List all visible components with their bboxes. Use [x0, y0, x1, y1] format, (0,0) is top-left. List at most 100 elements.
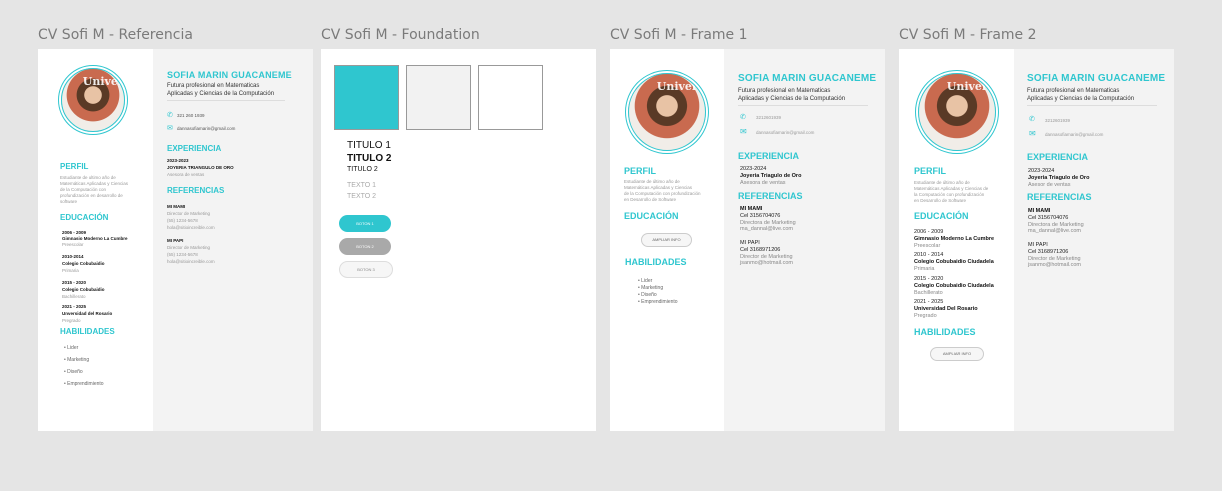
profile-photo: Universi — [918, 73, 996, 151]
ref1-mail: ma_dannal@live.com — [740, 226, 793, 232]
edu3-level: Bachillerato — [62, 294, 86, 299]
titulo-2-bold-sample: TITULO 2 — [347, 153, 392, 164]
cv-name: SOFIA MARIN GUACANEME — [738, 73, 877, 84]
skill-item: • Marketing — [638, 285, 664, 291]
phone-icon: ✆ — [740, 114, 746, 121]
exp-company: Joyeria Triagulo de Oro — [740, 173, 802, 179]
frame-title-referencia[interactable]: CV Sofi M - Referencia — [38, 27, 193, 43]
ref2-phone: Cel 3168971206 — [1028, 249, 1069, 255]
ampliar-info-button[interactable]: AMPLIAR INFO — [641, 233, 692, 247]
section-referencias: REFERENCIAS — [738, 191, 803, 201]
frame-title-frame1[interactable]: CV Sofi M - Frame 1 — [610, 27, 748, 43]
phone-icon: ✆ — [1029, 116, 1035, 123]
skill-item: • Diseño — [638, 292, 657, 298]
edu1-years: 2006 - 2009 — [914, 229, 944, 235]
photo-banner-text: Universi — [82, 75, 124, 88]
ref2-mail: jsanmo@hotmail.com — [740, 260, 793, 266]
exp-role: Asesora de ventas — [740, 180, 786, 186]
section-habilidades: HABILIDADES — [625, 257, 687, 267]
exp-years: 2023-2024 — [1028, 168, 1055, 174]
cv-right-column — [1014, 49, 1174, 431]
frame-foundation[interactable]: TITULO 1 TITULO 2 TITULO 2 TEXTO 1 TEXTO… — [321, 49, 596, 431]
photo-banner-text: Universi — [946, 80, 996, 93]
edu3-years: 2015 - 2020 — [914, 276, 944, 282]
edu2-years: 2010 - 2014 — [914, 252, 944, 258]
edu4-level: Pregrado — [62, 318, 81, 323]
boton-3[interactable]: BOTON 3 — [339, 261, 393, 278]
section-educacion: EDUCACIÓN — [914, 211, 969, 221]
boton-2[interactable]: BOTON 2 — [339, 238, 391, 255]
email-icon: ✉ — [167, 125, 173, 132]
frame-referencia[interactable]: Universi SOFIA MARIN GUACANEME Futura pr… — [38, 49, 313, 431]
section-experiencia: EXPERIENCIA — [1027, 152, 1089, 162]
skill-item: • Lider — [64, 345, 79, 351]
color-swatch-white[interactable] — [478, 65, 543, 130]
edu2-level: Primaria — [914, 266, 935, 272]
edu4-level: Pregrado — [914, 313, 937, 319]
cv-tagline-1: Futura profesional en Matematicas — [167, 83, 260, 89]
edu4-school: Unversidad del Rosario — [62, 311, 113, 316]
ref2-mail: jsanmo@hotmail.com — [1028, 262, 1081, 268]
skill-item: • Lider — [638, 278, 653, 284]
exp-role: Asesora de ventas — [167, 172, 205, 177]
email-text: dannasofiamarin@gmail.com — [1045, 132, 1104, 137]
phone-text: 3212601939 — [1045, 118, 1071, 123]
section-perfil: PERFIL — [624, 166, 657, 176]
frame-title-frame2[interactable]: CV Sofi M - Frame 2 — [899, 27, 1037, 43]
ref1-mail: hola@sitioincreible.com — [167, 225, 215, 230]
color-swatch-primary[interactable] — [334, 65, 399, 130]
edu3-years: 2015 - 2020 — [62, 280, 87, 285]
perfil-line-4: en Desarrollo de Software — [624, 197, 677, 202]
ref1-phone: (55) 1234-5678 — [167, 218, 198, 223]
skill-item: • Diseño — [64, 369, 83, 375]
divider — [738, 105, 868, 106]
color-swatch-secondary[interactable] — [406, 65, 471, 130]
email-icon: ✉ — [740, 127, 747, 136]
edu4-school: Universidad Del Rosario — [914, 306, 978, 312]
ref1-role: Director de Marketing — [167, 211, 211, 216]
boton-1[interactable]: BOTON 1 — [339, 215, 391, 232]
ref1-mail: ma_dannal@live.com — [1028, 228, 1081, 234]
skill-item: • Emprendimiento — [64, 381, 104, 387]
ampliar-info-button[interactable]: AMPLIAR INFO — [930, 347, 984, 361]
section-educacion: EDUCACIÓN — [60, 213, 109, 222]
cv-tagline-2: Aplicadas y Ciencias de la Computación — [1027, 96, 1135, 102]
section-educacion: EDUCACIÓN — [624, 211, 679, 221]
edu2-years: 2010-2014 — [62, 254, 84, 259]
frame-title-foundation[interactable]: CV Sofi M - Foundation — [321, 27, 480, 43]
ref2-name: MI PAPI — [1028, 242, 1048, 248]
edu1-school: Gimnasio Moderno La Cumbre — [914, 236, 995, 242]
phone-icon: ✆ — [167, 112, 173, 119]
ref1-phone: Cel 3156704076 — [740, 213, 781, 219]
edu3-level: Bachillerato — [914, 290, 943, 296]
ref1-phone: Cel 3156704076 — [1028, 215, 1069, 221]
cv-tagline-2: Aplicadas y Ciencias de la Computación — [167, 91, 275, 97]
section-habilidades: HABILIDADES — [60, 327, 115, 336]
section-experiencia: EXPERIENCIA — [167, 144, 222, 153]
exp-company: JOYERIA TRIANGULO DE ORO — [167, 165, 234, 170]
frame-1[interactable]: Universi SOFIA MARIN GUACANEME Futura pr… — [610, 49, 885, 431]
email-text: dannasofiamarin@gmail.com — [756, 130, 815, 135]
ref1-name: MI MAMI — [740, 206, 763, 212]
edu1-level: Preescolar — [914, 243, 941, 249]
section-experiencia: EXPERIENCIA — [738, 151, 800, 161]
ref2-phone: Cel 3168971206 — [740, 247, 781, 253]
section-perfil: PERFIL — [60, 162, 89, 171]
skill-item: • Marketing — [64, 357, 90, 363]
frame-2[interactable]: Universi SOFIA MARIN GUACANEME Futura pr… — [899, 49, 1174, 431]
perfil-line-4: en Desarrollo de Software — [914, 198, 967, 203]
exp-company: Joyeria Triagulo de Oro — [1028, 175, 1090, 181]
profile-photo: Universi — [61, 68, 125, 132]
ref2-name: MI PAPI — [740, 240, 760, 246]
phone-text: 321 260 1939 — [177, 113, 205, 118]
ref1-name: MI MAMI — [1028, 208, 1051, 214]
skill-item: • Emprendimiento — [638, 299, 678, 305]
edu1-level: Preescolar — [62, 242, 84, 247]
cv-tagline-2: Aplicadas y Ciencias de la Computación — [738, 96, 846, 102]
email-icon: ✉ — [1029, 129, 1036, 138]
edu2-level: Primaria — [62, 268, 79, 273]
titulo-2-sample: TITULO 2 — [347, 166, 378, 173]
edu3-school: Colegio Cobubaidio Ciudadela — [914, 283, 994, 289]
section-referencias: REFERENCIAS — [1027, 192, 1092, 202]
divider — [1027, 105, 1157, 106]
